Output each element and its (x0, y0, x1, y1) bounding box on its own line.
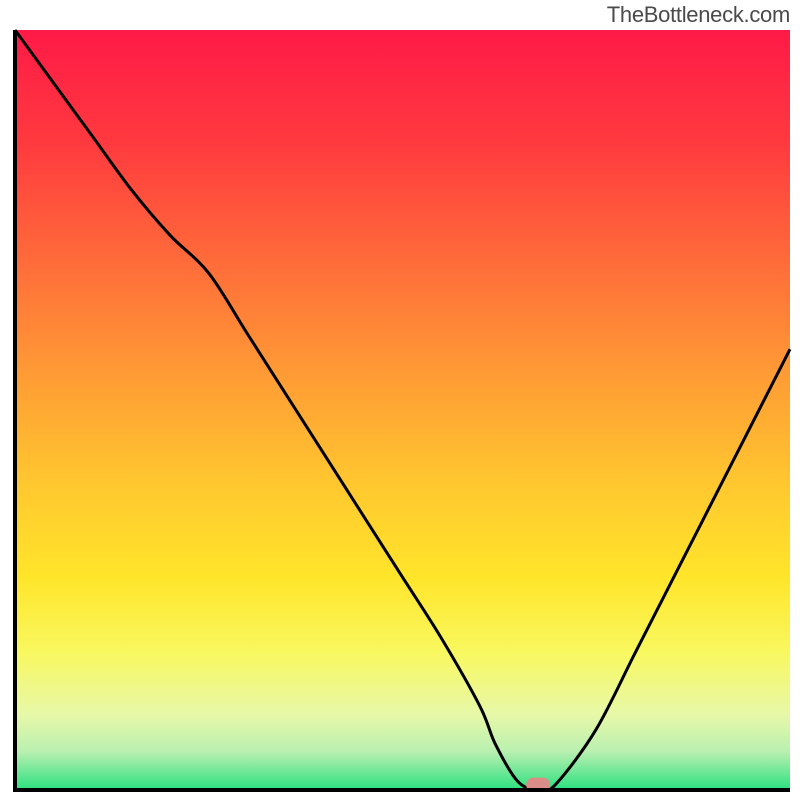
bottleneck-plot (0, 0, 800, 800)
chart-container: TheBottleneck.com (0, 0, 800, 800)
plot-background (15, 30, 790, 790)
